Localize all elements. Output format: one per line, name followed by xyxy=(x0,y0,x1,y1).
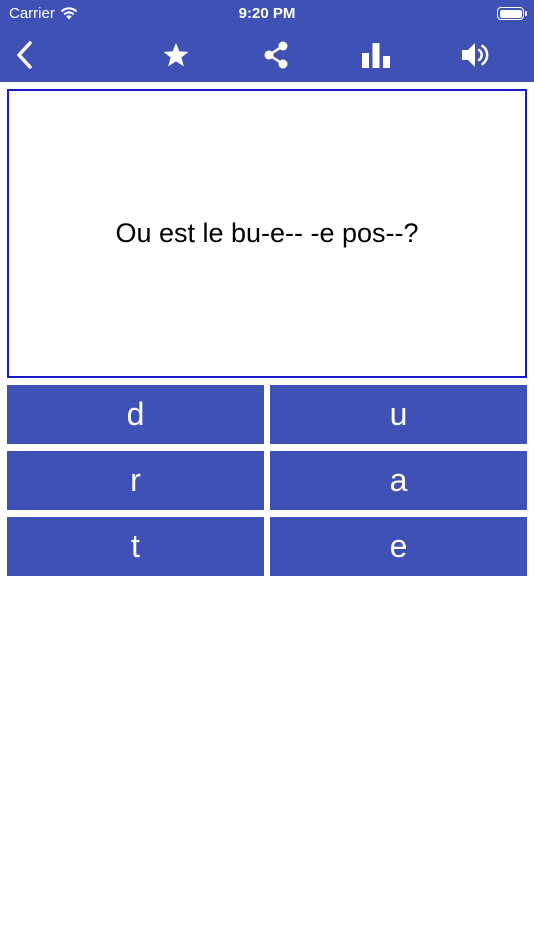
answer-grid: d u r a t e xyxy=(7,385,527,576)
question-text: Ou est le bu-e-- -e pos--? xyxy=(115,218,419,248)
speaker-icon xyxy=(462,43,489,67)
answer-button-6[interactable]: e xyxy=(270,517,527,576)
bar-chart-icon xyxy=(362,43,390,68)
sound-button[interactable] xyxy=(451,30,501,80)
app-header: Carrier 9:20 PM xyxy=(0,0,534,82)
toolbar xyxy=(0,30,534,80)
status-bar: Carrier 9:20 PM xyxy=(0,0,534,28)
back-button[interactable] xyxy=(0,30,50,80)
answer-button-5[interactable]: t xyxy=(7,517,264,576)
status-time: 9:20 PM xyxy=(238,5,296,22)
chevron-left-icon xyxy=(17,41,32,69)
battery-icon xyxy=(497,7,527,20)
answer-button-4[interactable]: a xyxy=(270,451,527,510)
share-icon xyxy=(264,41,288,69)
favorite-button[interactable] xyxy=(151,30,201,80)
answer-button-3[interactable]: r xyxy=(7,451,264,510)
question-card: Ou est le bu-e-- -e pos--? xyxy=(7,89,527,378)
answer-button-2[interactable]: u xyxy=(270,385,527,444)
statistics-button[interactable] xyxy=(351,30,401,80)
star-icon xyxy=(163,42,189,66)
answer-button-1[interactable]: d xyxy=(7,385,264,444)
share-button[interactable] xyxy=(251,30,301,80)
